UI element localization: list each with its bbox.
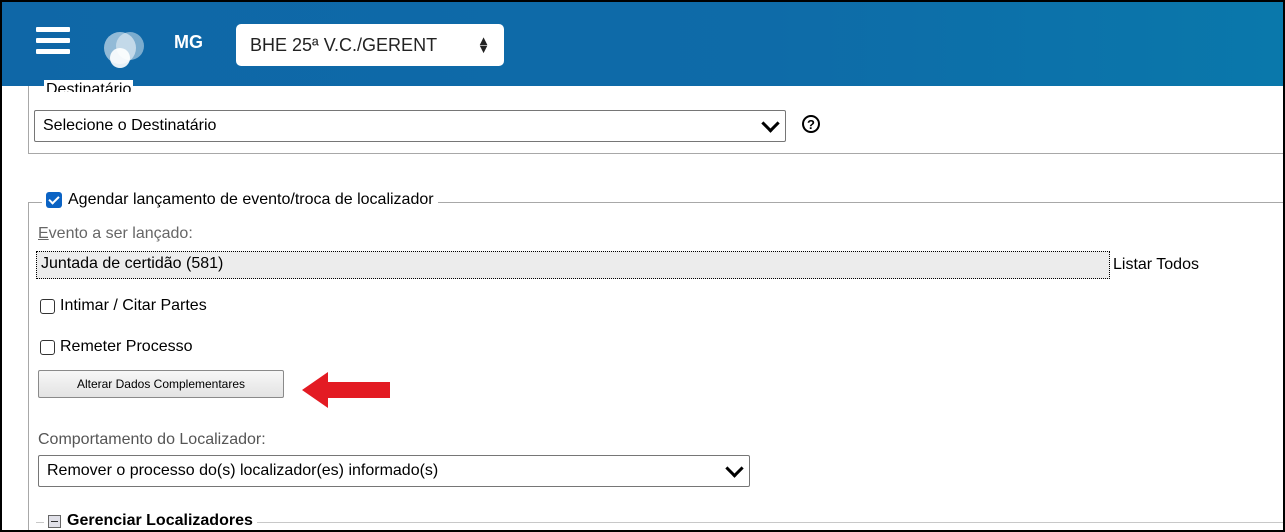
intimar-checkbox[interactable]	[40, 298, 55, 314]
collapse-minus-icon[interactable]	[48, 514, 61, 528]
evento-label-text: vento a ser lançado:	[48, 225, 193, 242]
gerenciar-label: Gerenciar Localizadores	[67, 512, 253, 529]
menu-icon[interactable]	[36, 27, 70, 57]
agendar-label: Agendar lançamento de evento/troca de lo…	[68, 191, 434, 208]
agendamento-legend: Agendar lançamento de evento/troca de lo…	[42, 191, 438, 209]
sort-arrows-icon: ▲ ▼	[477, 33, 490, 56]
comportamento-label: Comportamento do Localizador:	[38, 431, 266, 448]
unit-select-value: BHE 25ª V.C./GERENT	[250, 34, 438, 55]
help-icon[interactable]: ?	[802, 115, 820, 133]
destinatario-select[interactable]: Selecione o Destinatário	[34, 110, 786, 142]
comportamento-select[interactable]: Remover o processo do(s) localizador(es)…	[38, 455, 750, 487]
listar-todos-link[interactable]: Listar Todos	[1113, 256, 1199, 274]
intimar-label: Intimar / Citar Partes	[60, 297, 207, 314]
top-bar: MG BHE 25ª V.C./GERENT ▲ ▼	[2, 2, 1283, 86]
evento-label-accesskey: E	[38, 225, 49, 242]
destinatario-legend: Destinatário	[44, 80, 134, 92]
unit-select[interactable]: BHE 25ª V.C./GERENT ▲ ▼	[236, 24, 504, 66]
logo-icon	[104, 32, 144, 68]
remeter-checkbox[interactable]	[40, 339, 55, 355]
state-label: MG	[174, 32, 203, 52]
gerenciar-localizadores-toggle[interactable]: Gerenciar Localizadores	[44, 512, 257, 530]
destinatario-select-value: Selecione o Destinatário	[43, 117, 217, 134]
remeter-row: Remeter Processo	[40, 338, 193, 356]
chevron-down-icon	[725, 458, 744, 478]
comportamento-select-value: Remover o processo do(s) localizador(es)…	[47, 462, 439, 479]
intimar-row: Intimar / Citar Partes	[40, 297, 207, 315]
evento-input[interactable]: Juntada de certidão (581)	[36, 251, 1110, 279]
evento-label: Evento a ser lançado:	[38, 225, 193, 243]
agendar-checkbox[interactable]	[46, 192, 62, 208]
remeter-label: Remeter Processo	[60, 338, 193, 355]
help-symbol: ?	[807, 116, 815, 132]
red-arrow-annotation	[302, 372, 390, 408]
chevron-down-icon	[761, 113, 780, 133]
alterar-dados-button[interactable]: Alterar Dados Complementares	[38, 370, 284, 398]
